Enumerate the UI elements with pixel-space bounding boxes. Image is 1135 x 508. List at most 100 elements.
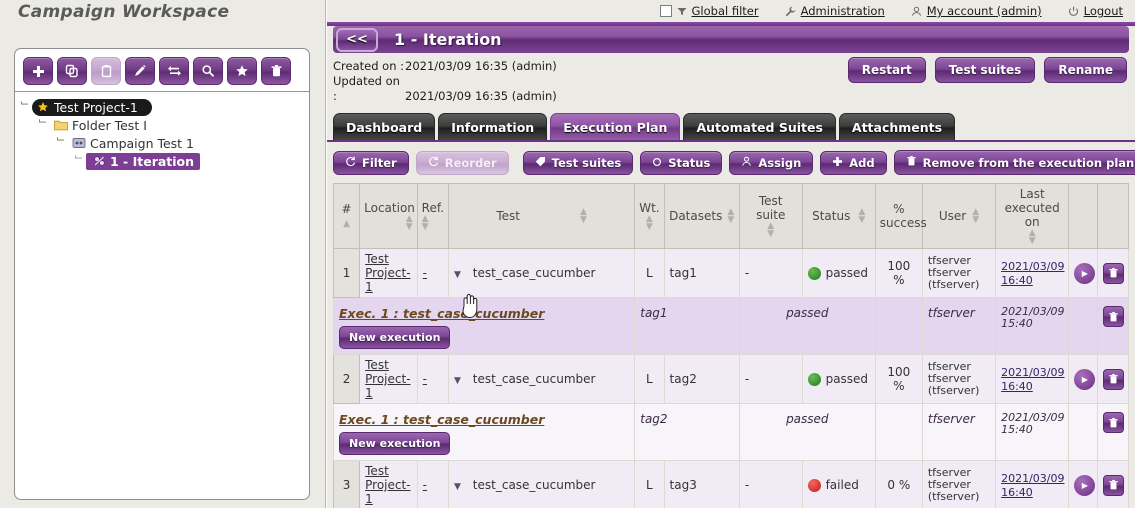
- global-filter-item[interactable]: Global filter: [659, 4, 759, 18]
- sort-icon[interactable]: ▲ ▼: [646, 215, 653, 232]
- sort-icon[interactable]: ▲ ▼: [1029, 229, 1036, 246]
- column-header-last-executed-on[interactable]: Last executed on ▲ ▼: [995, 183, 1070, 249]
- logout-item[interactable]: Logout: [1068, 4, 1123, 18]
- row-delete-cell[interactable]: [1096, 460, 1130, 508]
- global-filter-checkbox[interactable]: [659, 5, 672, 17]
- tab-information[interactable]: Information: [438, 113, 548, 140]
- column-header-location[interactable]: Location ▲ ▼: [359, 183, 418, 249]
- column-header-num[interactable]: # ▲: [332, 183, 361, 249]
- expand-handle-icon[interactable]: [73, 154, 86, 168]
- tree-item-1-iteration[interactable]: 1 - Iteration: [19, 152, 305, 170]
- trash-button[interactable]: [261, 57, 291, 85]
- add-button[interactable]: [23, 57, 53, 85]
- my-account-item[interactable]: My account (admin): [911, 4, 1042, 18]
- remove-from-execution-plan-button[interactable]: Remove from the execution plan: [893, 150, 1135, 175]
- sort-icon[interactable]: ▲ ▼: [727, 208, 734, 225]
- expand-handle-icon[interactable]: [55, 136, 68, 150]
- play-button[interactable]: ▶: [1074, 368, 1096, 390]
- column-header-datasets[interactable]: Datasets ▲ ▼: [663, 183, 740, 249]
- tab-execution-plan[interactable]: Execution Plan: [550, 113, 681, 140]
- tab-automated-suites[interactable]: Automated Suites: [683, 113, 836, 140]
- tree-item-test-project-1[interactable]: Test Project-1: [19, 98, 305, 116]
- reorder-button[interactable]: Reorder: [415, 150, 509, 175]
- administration-link[interactable]: Administration: [801, 4, 885, 18]
- execution-delete-cell[interactable]: [1096, 297, 1130, 355]
- tab-dashboard[interactable]: Dashboard: [333, 113, 436, 140]
- row-test[interactable]: ▼ test_case_cucumber: [448, 248, 636, 298]
- execution-label-cell[interactable]: Exec. 1 : test_case_cucumber New executi…: [332, 403, 636, 461]
- delete-button[interactable]: [1102, 306, 1124, 327]
- play-button[interactable]: ▶: [1074, 262, 1096, 284]
- test-suites-toolbar-button[interactable]: Test suites: [522, 150, 634, 175]
- tree-item-folder-test-i[interactable]: Folder Test I: [19, 116, 305, 134]
- test-suites-button[interactable]: Test suites: [934, 57, 1036, 83]
- sort-icon[interactable]: ▲ ▼: [972, 208, 979, 225]
- administration-item[interactable]: Administration: [785, 4, 885, 18]
- delete-button[interactable]: [1102, 412, 1124, 433]
- row-test[interactable]: ▼ test_case_cucumber: [448, 460, 636, 508]
- chevron-down-icon[interactable]: ▼: [454, 376, 461, 386]
- column-header-status[interactable]: Status ▲ ▼: [801, 183, 876, 249]
- new-execution-button[interactable]: New execution: [339, 432, 451, 455]
- column-header-wt[interactable]: Wt. ▲ ▼: [634, 183, 665, 249]
- global-filter-link[interactable]: Global filter: [692, 4, 759, 18]
- new-execution-button[interactable]: New execution: [339, 326, 451, 349]
- filter-button[interactable]: Filter: [333, 150, 409, 175]
- row-location[interactable]: Test Project-1: [359, 354, 418, 404]
- status-button[interactable]: Status: [640, 150, 723, 175]
- tree-item-campaign-test-1[interactable]: Campaign Test 1: [19, 134, 305, 152]
- back-button[interactable]: <<: [336, 27, 378, 52]
- restart-button[interactable]: Restart: [847, 57, 926, 83]
- add-button[interactable]: Add: [820, 150, 887, 175]
- execution-link[interactable]: Exec. 1 : test_case_cucumber: [339, 412, 544, 427]
- row-run-cell[interactable]: ▶: [1068, 248, 1098, 298]
- row-test[interactable]: ▼ test_case_cucumber: [448, 354, 636, 404]
- sort-icon[interactable]: ▲ ▼: [858, 208, 865, 225]
- pencil-button[interactable]: [125, 57, 155, 85]
- row-last-executed[interactable]: 2021/03/09 16:40: [995, 248, 1070, 298]
- row-delete-cell[interactable]: [1096, 248, 1130, 298]
- table-row[interactable]: 2 Test Project-1 - ▼ test_case_cucumber …: [332, 354, 1130, 404]
- chevron-down-icon[interactable]: ▼: [454, 270, 461, 280]
- chevron-down-icon[interactable]: ▼: [454, 482, 461, 492]
- expand-handle-icon[interactable]: [37, 118, 50, 132]
- execution-label-cell[interactable]: Exec. 1 : test_case_cucumber New executi…: [332, 297, 636, 355]
- star-button[interactable]: [227, 57, 257, 85]
- sort-icon[interactable]: ▲ ▼: [580, 208, 587, 225]
- column-header-test-suite[interactable]: Test suite ▲ ▼: [738, 183, 803, 249]
- execution-row[interactable]: Exec. 1 : test_case_cucumber New executi…: [332, 297, 1130, 355]
- execution-link[interactable]: Exec. 1 : test_case_cucumber: [339, 306, 544, 321]
- rename-button[interactable]: Rename: [1044, 57, 1127, 83]
- paste-button[interactable]: [91, 57, 121, 85]
- logout-link[interactable]: Logout: [1084, 4, 1123, 18]
- assign-button[interactable]: Assign: [729, 150, 814, 175]
- delete-button[interactable]: [1102, 474, 1124, 496]
- row-last-executed[interactable]: 2021/03/09 16:40: [995, 354, 1070, 404]
- sort-icon[interactable]: ▲ ▼: [406, 215, 413, 232]
- table-row[interactable]: 3 Test Project-1 - ▼ test_case_cucumber …: [332, 460, 1130, 508]
- delete-button[interactable]: [1102, 368, 1124, 390]
- my-account-link[interactable]: My account (admin): [927, 4, 1042, 18]
- search-button[interactable]: [193, 57, 223, 85]
- delete-button[interactable]: [1102, 262, 1124, 284]
- column-header-user[interactable]: User ▲ ▼: [921, 183, 997, 249]
- execution-delete-cell[interactable]: [1096, 403, 1130, 461]
- sort-icon[interactable]: ▲ ▼: [767, 222, 774, 239]
- row-location[interactable]: Test Project-1: [359, 460, 418, 508]
- move-arrows-button[interactable]: [159, 57, 189, 85]
- copy-button[interactable]: [57, 57, 87, 85]
- column-header-ref[interactable]: Ref. ▲ ▼: [416, 183, 450, 249]
- column-header-test[interactable]: Test ▲ ▼: [448, 183, 636, 249]
- row-run-cell[interactable]: ▶: [1068, 460, 1098, 508]
- execution-row[interactable]: Exec. 1 : test_case_cucumber New executi…: [332, 403, 1130, 461]
- row-location[interactable]: Test Project-1: [359, 248, 418, 298]
- row-run-cell[interactable]: ▶: [1068, 354, 1098, 404]
- table-row[interactable]: 1 Test Project-1 - ▼ test_case_cucumber …: [332, 248, 1130, 298]
- row-delete-cell[interactable]: [1096, 354, 1130, 404]
- play-button[interactable]: ▶: [1074, 474, 1096, 496]
- column-header-success[interactable]: % success: [874, 183, 927, 249]
- sort-icon[interactable]: ▲ ▼: [422, 215, 429, 232]
- tab-attachments[interactable]: Attachments: [838, 113, 956, 140]
- expand-handle-icon[interactable]: [19, 100, 32, 114]
- sort-asc-icon[interactable]: ▲: [343, 219, 350, 228]
